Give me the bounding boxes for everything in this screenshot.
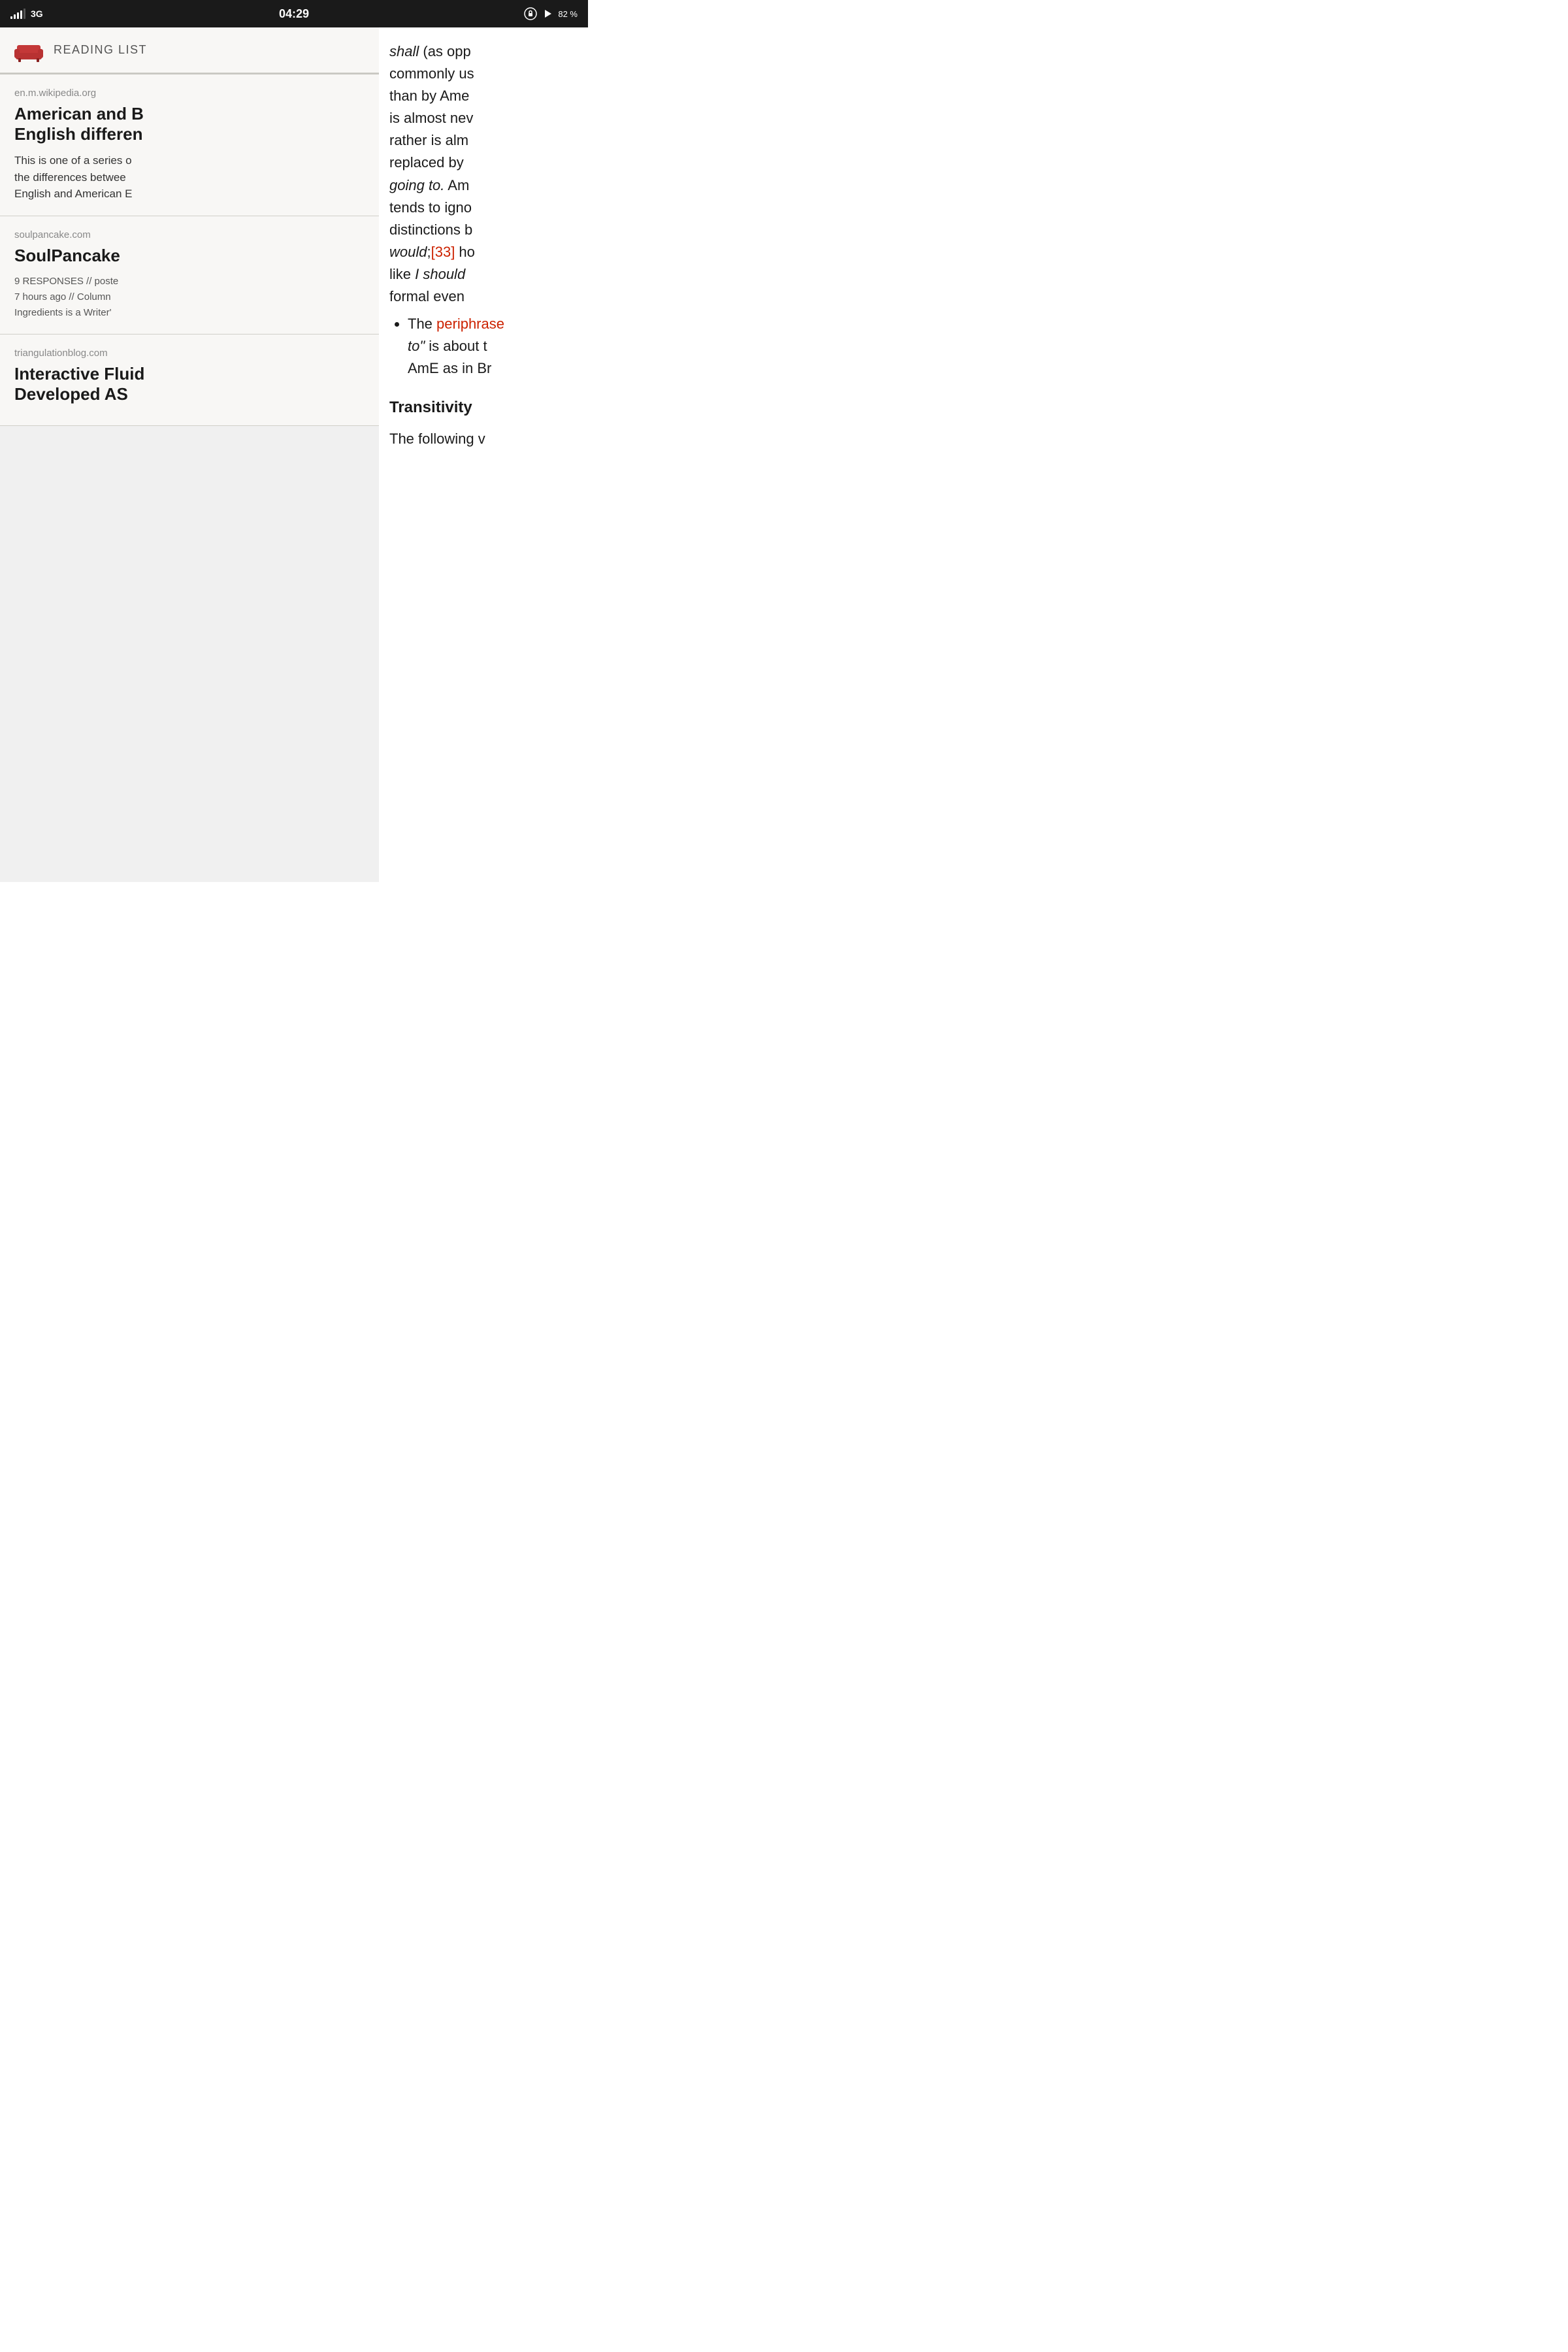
reading-item-1[interactable]: en.m.wikipedia.org American and BEnglish…	[0, 74, 379, 216]
article-bullet-list: The periphrase to" is about t AmE as in …	[389, 313, 575, 380]
article-line-1: shall (as opp	[389, 43, 471, 59]
article-content: shall (as opp commonly us than by Ame is…	[389, 41, 575, 450]
article-line-5: rather is alm	[389, 132, 468, 148]
article-line-6: replaced by	[389, 154, 464, 171]
network-label: 3G	[31, 8, 43, 19]
play-icon	[542, 8, 553, 19]
status-right: 82 %	[524, 7, 578, 20]
article-final-text: The following v	[389, 428, 575, 450]
article-panel: shall (as opp commonly us than by Ame is…	[379, 27, 588, 882]
article-line-4: is almost nev	[389, 110, 473, 126]
article-line-9: distinctions b	[389, 221, 472, 238]
source-2: soulpancake.com	[14, 229, 365, 240]
article-link-periphrastic[interactable]: periphrase	[436, 316, 504, 332]
article-line-11: like I should	[389, 266, 465, 282]
reading-list-title: READING LIST	[54, 43, 147, 57]
lock-icon	[524, 7, 537, 20]
article-section-transitivity: Transitivity	[389, 395, 575, 419]
reading-list-header: READING LIST	[0, 27, 379, 73]
title-1: American and BEnglish differen	[14, 104, 365, 144]
main-layout: READING LIST en.m.wikipedia.org American…	[0, 27, 588, 882]
reading-list-panel: READING LIST en.m.wikipedia.org American…	[0, 27, 379, 882]
signal-icon	[10, 8, 25, 19]
reading-item-3[interactable]: triangulationblog.com Interactive FluidD…	[0, 335, 379, 426]
battery-label: 82 %	[558, 9, 578, 19]
excerpt-1: This is one of a series o the difference…	[14, 152, 365, 203]
source-1: en.m.wikipedia.org	[14, 88, 365, 99]
article-line-2: commonly us	[389, 65, 474, 82]
status-bar: 3G 04:29 82 %	[0, 0, 588, 27]
reading-item-2[interactable]: soulpancake.com SoulPancake 9 RESPONSES …	[0, 216, 379, 335]
article-line-12: formal even	[389, 288, 465, 304]
sofa-icon	[13, 37, 44, 63]
meta-2: 9 RESPONSES // poste 7 hours ago // Colu…	[14, 274, 365, 321]
status-time: 04:29	[279, 7, 309, 21]
bullet-item-1: The periphrase to" is about t AmE as in …	[408, 313, 575, 380]
title-2: SoulPancake	[14, 246, 365, 266]
reading-list-items[interactable]: en.m.wikipedia.org American and BEnglish…	[0, 74, 379, 426]
article-line-10: would;[33] ho	[389, 244, 475, 260]
status-left: 3G	[10, 8, 43, 19]
article-line-8: tends to igno	[389, 199, 472, 216]
source-3: triangulationblog.com	[14, 348, 365, 359]
title-3: Interactive FluidDeveloped AS	[14, 364, 365, 404]
article-line-3: than by Ame	[389, 88, 469, 104]
article-text-block: shall (as opp commonly us than by Ame is…	[389, 41, 575, 308]
article-line-7: going to. Am	[389, 177, 469, 193]
